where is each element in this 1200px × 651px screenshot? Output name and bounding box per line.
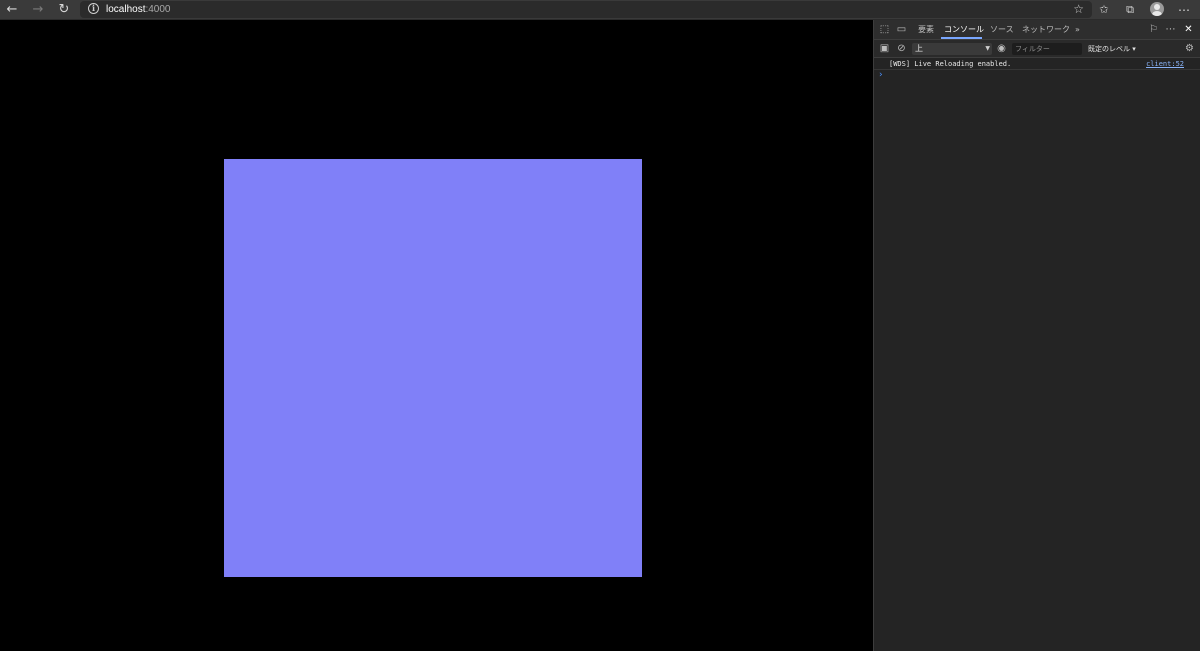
- inspect-element-icon[interactable]: ⬚: [878, 23, 891, 36]
- active-tab-indicator: [941, 37, 982, 39]
- tab-console[interactable]: コンソール: [944, 23, 984, 37]
- forward-arrow-icon[interactable]: →: [29, 1, 47, 19]
- devtools-tab-bar: ⬚ ▭ 要素 コンソール ソース ネットワーク » ⚐ ⋯ ✕: [874, 20, 1200, 40]
- console-message-source-link[interactable]: client:52: [1146, 59, 1184, 69]
- tab-sources[interactable]: ソース: [990, 23, 1014, 37]
- console-prompt[interactable]: ›: [879, 69, 883, 81]
- blue-square: [224, 159, 642, 577]
- favorites-icon[interactable]: ✩: [1095, 1, 1113, 19]
- console-message-text: [WDS] Live Reloading enabled.: [889, 60, 1012, 68]
- gear-icon[interactable]: ⚙: [1183, 42, 1196, 55]
- url-text[interactable]: localhost:4000: [106, 3, 171, 16]
- info-icon[interactable]: i: [88, 3, 99, 14]
- filter-input[interactable]: [1012, 43, 1082, 55]
- console-message: [WDS] Live Reloading enabled. client:52: [874, 58, 1200, 70]
- back-arrow-icon[interactable]: ←: [3, 1, 21, 19]
- chevron-down-icon: ▼: [985, 45, 990, 52]
- star-icon[interactable]: ☆: [1073, 1, 1084, 18]
- avatar[interactable]: [1150, 2, 1164, 16]
- tab-network[interactable]: ネットワーク: [1022, 23, 1070, 37]
- more-tabs-button[interactable]: »: [1075, 23, 1080, 37]
- feedback-icon[interactable]: ⚐: [1147, 23, 1160, 36]
- more-icon[interactable]: ⋯: [1175, 1, 1193, 19]
- devtools-panel: ⬚ ▭ 要素 コンソール ソース ネットワーク » ⚐ ⋯ ✕ ▣ ⊘ 上 ▼ ◉…: [873, 20, 1200, 651]
- browser-toolbar: ← → ↻ i localhost:4000 ☆ ✩ ⧉ ⋯: [0, 0, 1200, 20]
- device-emulation-icon[interactable]: ▭: [895, 23, 908, 36]
- context-select[interactable]: 上 ▼: [912, 43, 992, 55]
- devtools-menu-icon[interactable]: ⋯: [1164, 23, 1177, 36]
- reload-icon[interactable]: ↻: [55, 1, 73, 19]
- log-level-dropdown[interactable]: 既定のレベル ▾: [1088, 43, 1136, 55]
- page-viewport: [0, 20, 873, 651]
- clear-console-icon[interactable]: ⊘: [895, 42, 908, 55]
- collections-icon[interactable]: ⧉: [1121, 1, 1139, 19]
- eye-icon[interactable]: ◉: [995, 42, 1008, 55]
- tab-elements[interactable]: 要素: [918, 23, 934, 37]
- address-bar[interactable]: i localhost:4000 ☆: [80, 1, 1092, 18]
- console-toolbar: ▣ ⊘ 上▼ ◉ 既定のレベル ▾ ⚙: [874, 40, 1200, 58]
- sidebar-toggle-icon[interactable]: ▣: [878, 42, 891, 55]
- close-icon[interactable]: ✕: [1182, 23, 1195, 36]
